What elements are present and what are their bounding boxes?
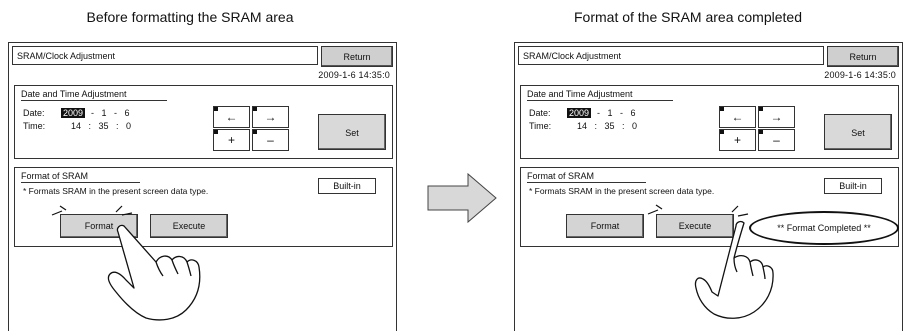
right-arrow-icon (427, 172, 497, 224)
hand-pointer-icon (107, 224, 201, 321)
annotation-overlay (51, 172, 774, 321)
tap-marks-icon (647, 204, 749, 217)
hand-pointer-icon (694, 220, 774, 319)
tap-marks-icon (51, 205, 133, 216)
